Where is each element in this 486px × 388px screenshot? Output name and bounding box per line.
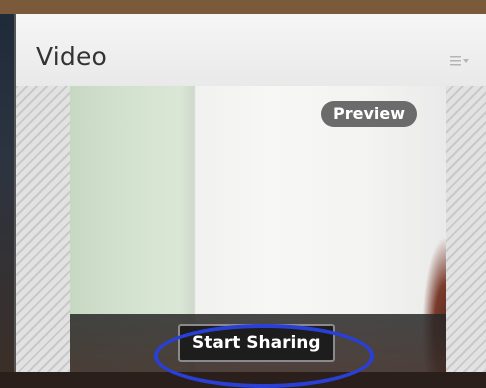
screen: Video Preview Start Sharing (0, 0, 486, 388)
camera-preview: Preview Start Sharing (70, 86, 446, 372)
background-strip (0, 14, 14, 372)
pod-title: Video (36, 42, 108, 71)
video-stage: Preview Start Sharing (16, 86, 486, 388)
list-menu-icon[interactable] (450, 52, 470, 66)
share-controls-bar: Start Sharing (70, 314, 446, 372)
pod-titlebar: Video (16, 14, 486, 87)
start-sharing-button[interactable]: Start Sharing (178, 324, 335, 362)
preview-badge: Preview (321, 101, 418, 127)
video-pod: Video Preview Start Sharing (14, 14, 486, 388)
